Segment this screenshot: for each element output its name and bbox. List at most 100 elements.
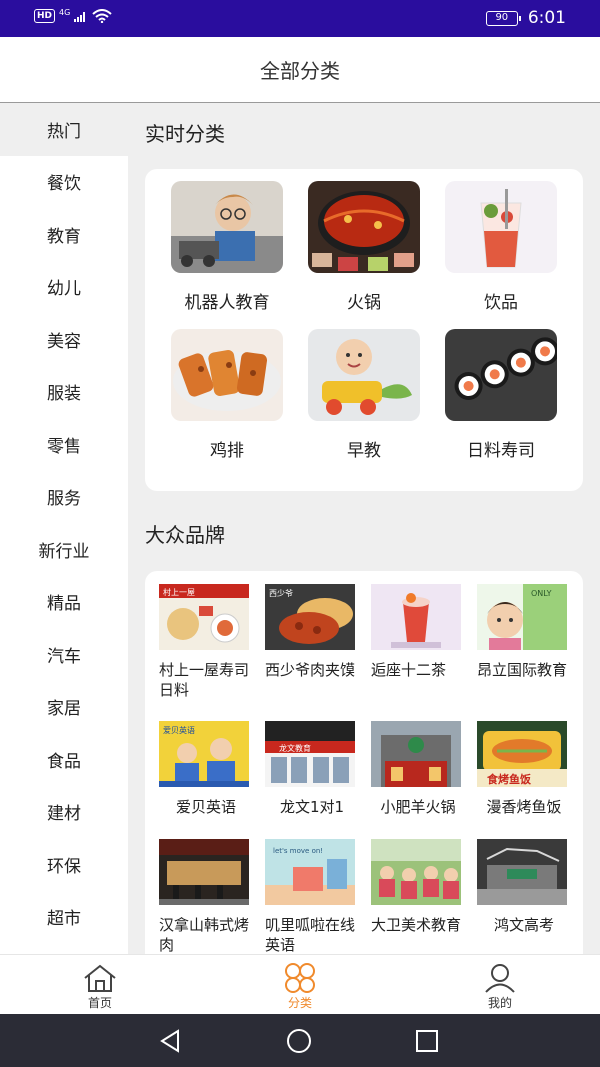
brand-image-jiliguala: let's move on! [265,839,355,905]
sidebar-item-catering[interactable]: 餐饮 [0,156,128,209]
drinks-image [445,181,557,273]
brand-image-text: ONLY [531,589,552,598]
wifi-icon [92,9,112,23]
brand-item[interactable]: 逅座十二茶 [371,584,465,680]
category-sidebar: 热门 餐饮 教育 幼儿 美容 服装 零售 服务 新行业 精品 汽车 家居 食品 … [0,103,128,954]
section-title-realtime: 实时分类 [145,122,225,146]
brand-label: 爱贝英语 [175,798,236,816]
page-header: 全部分类 [0,37,600,103]
brand-item[interactable]: 汉拿山韩式烤肉 [159,839,253,954]
brand-image-text: 爱贝英语 [163,725,195,735]
realtime-item-label: 火锅 [347,293,381,313]
brand-label: 昂立国际教育 [477,661,568,679]
realtime-item-label: 早教 [347,441,381,461]
early-education-image [308,329,420,421]
realtime-item[interactable]: 饮品 [433,181,569,313]
brand-image-xiaofeiyang [371,721,461,787]
realtime-item-label: 机器人教育 [184,293,270,313]
sidebar-item-food[interactable]: 食品 [0,733,128,786]
realtime-category-card: 机器人教育 火锅 饮品 鸡排 早教 日料寿司 [145,169,583,491]
sidebar-item-supermarket[interactable]: 超市 [0,891,128,944]
brand-item[interactable]: 爱贝英语 爱贝英语 [159,721,253,817]
brand-item[interactable]: 村上一屋 村上一屋寿司日料 [159,584,253,700]
sidebar-item-label: 服装 [47,384,81,405]
sidebar-item-service[interactable]: 服务 [0,471,128,524]
system-navigation-bar [0,1014,600,1067]
back-icon[interactable] [158,1028,184,1054]
sidebar-item-boutique[interactable]: 精品 [0,576,128,629]
bottom-tab-bar: 首页 分类 我的 [0,954,600,1014]
recent-apps-icon[interactable] [414,1028,440,1054]
brand-label: 漫香烤鱼饭 [486,798,562,816]
realtime-item[interactable]: 早教 [296,329,432,461]
brand-item[interactable]: 小肥羊火锅 [371,721,465,817]
realtime-item-label: 鸡排 [210,441,244,461]
realtime-item[interactable]: 日料寿司 [433,329,569,461]
sidebar-item-hot[interactable]: 热门 [0,103,128,156]
robot-education-image [171,181,283,273]
realtime-item[interactable]: 鸡排 [159,329,295,461]
sidebar-item-label: 美容 [47,331,81,352]
brand-label: 村上一屋寿司日料 [159,661,250,699]
sidebar-item-home[interactable]: 家居 [0,681,128,734]
hd-badge: HD [34,9,56,23]
brand-image-text: 龙文教育 [279,743,311,753]
sidebar-item-label: 服务 [47,489,81,510]
battery-level: 90 [495,11,509,23]
brand-item[interactable]: 食烤鱼饭 漫香烤鱼饭 [477,721,571,817]
category-content: 实时分类 机器人教育 火锅 饮品 鸡排 早教 日料寿司 大众品牌 村上一屋 村上… [128,103,600,954]
battery-icon: 90 [485,10,521,26]
brand-item[interactable]: 龙文教育 龙文1对1 [265,721,359,817]
sidebar-item-building-materials[interactable]: 建材 [0,786,128,839]
sidebar-item-label: 热门 [47,121,81,142]
sidebar-item-education[interactable]: 教育 [0,208,128,261]
brand-label: 龙文1对1 [279,798,345,816]
sidebar-item-eco[interactable]: 环保 [0,838,128,891]
realtime-item[interactable]: 机器人教育 [159,181,295,313]
page-title: 全部分类 [260,59,340,83]
brand-image-angli: ONLY [477,584,567,650]
chicken-chop-image [171,329,283,421]
sidebar-item-label: 餐饮 [47,174,81,195]
brand-item[interactable]: ONLY 昂立国际教育 [477,584,571,680]
tab-mine[interactable]: 我的 [460,963,540,1011]
home-circle-icon[interactable] [286,1028,312,1054]
brand-label: 西少爷肉夹馍 [265,661,356,679]
sidebar-item-kids[interactable]: 幼儿 [0,261,128,314]
brand-item[interactable]: 大卫美术教育 [371,839,465,935]
brand-item[interactable]: 鸿文高考 [477,839,571,935]
sidebar-item-retail[interactable]: 零售 [0,418,128,471]
sidebar-item-label: 新行业 [38,541,90,562]
tab-category[interactable]: 分类 [260,963,340,1011]
brand-image-text: 村上一屋 [163,587,195,597]
sidebar-item-beauty[interactable]: 美容 [0,313,128,366]
sidebar-item-auto[interactable]: 汽车 [0,628,128,681]
sidebar-item-label: 家居 [47,699,81,720]
section-title-brands: 大众品牌 [145,523,225,547]
brand-label: 叽里呱啦在线英语 [265,916,356,954]
tab-home[interactable]: 首页 [60,963,140,1011]
user-icon [485,964,515,993]
category-icon [285,963,315,993]
brand-label: 大卫美术教育 [371,916,462,934]
realtime-item-label: 日料寿司 [467,441,535,461]
sidebar-item-label: 食品 [47,751,81,772]
brand-image-aibei: 爱贝英语 [159,721,249,787]
status-time: 6:01 [527,8,566,28]
home-icon [84,964,116,992]
brand-image-text: 食烤鱼饭 [487,772,531,786]
realtime-item[interactable]: 火锅 [296,181,432,313]
brand-image-dawei [371,839,461,905]
sushi-image [445,329,557,421]
sidebar-item-clothing[interactable]: 服装 [0,366,128,419]
brand-item[interactable]: 西少爷 西少爷肉夹馍 [265,584,359,680]
sidebar-item-label: 超市 [47,909,81,930]
sidebar-item-label: 零售 [47,436,81,457]
sidebar-item-label: 幼儿 [47,279,81,300]
sidebar-item-label: 精品 [47,594,81,615]
sidebar-item-new-industry[interactable]: 新行业 [0,523,128,576]
brand-label: 小肥羊火锅 [380,798,456,816]
brand-item[interactable]: let's move on! 叽里呱啦在线英语 [265,839,359,954]
brand-image-hanashan [159,839,249,905]
sidebar-item-label: 汽车 [47,646,81,667]
